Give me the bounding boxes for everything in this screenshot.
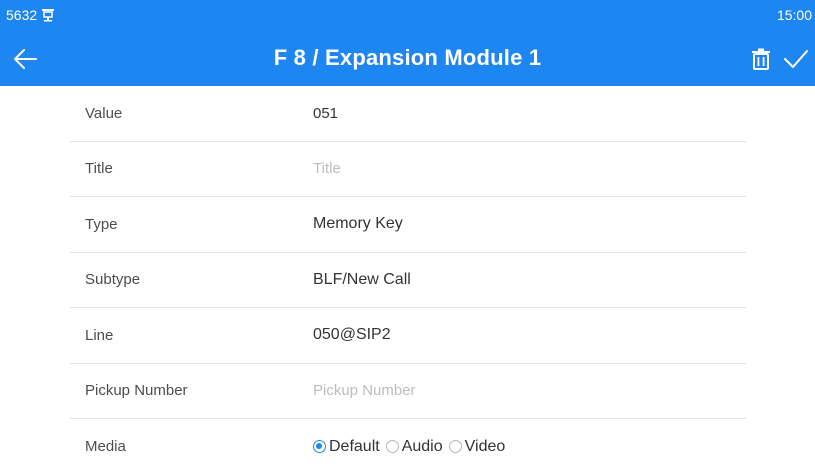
title-bar: F 8 / Expansion Module 1 bbox=[0, 30, 815, 86]
media-radio-group: Default Audio Video bbox=[313, 438, 505, 456]
key-settings-form: Value 051 Title Type Memory Key Subtype … bbox=[70, 86, 746, 475]
media-option-label: Audio bbox=[401, 437, 443, 455]
clock: 15:00 bbox=[776, 7, 812, 23]
subtype-label: Subtype bbox=[85, 271, 141, 289]
value-label: Value bbox=[85, 104, 123, 122]
type-select[interactable]: Memory Key bbox=[313, 215, 746, 233]
type-row[interactable]: Type Memory Key bbox=[70, 197, 746, 253]
radio-unchecked-icon bbox=[448, 440, 462, 454]
delete-button[interactable] bbox=[746, 43, 776, 75]
status-bar: 5632 15:00 bbox=[0, 0, 815, 30]
line-label: Line bbox=[85, 326, 114, 344]
status-left: 5632 bbox=[6, 7, 55, 23]
line-row[interactable]: Line 050@SIP2 bbox=[70, 308, 746, 364]
title-row[interactable]: Title bbox=[70, 142, 746, 197]
subtype-row[interactable]: Subtype BLF/New Call bbox=[70, 253, 746, 308]
media-option-audio[interactable]: Audio bbox=[385, 437, 443, 456]
pickup-number-input[interactable] bbox=[313, 381, 746, 399]
title-label: Title bbox=[85, 160, 113, 178]
network-icon bbox=[41, 8, 55, 22]
line-select[interactable]: 050@SIP2 bbox=[313, 326, 746, 344]
media-option-default[interactable]: Default bbox=[313, 438, 380, 456]
media-option-video[interactable]: Video bbox=[448, 437, 506, 456]
pickup-number-row[interactable]: Pickup Number bbox=[70, 364, 746, 419]
status-left-text: 5632 bbox=[6, 7, 38, 23]
radio-checked-icon bbox=[313, 440, 326, 454]
media-option-label: Default bbox=[329, 437, 380, 455]
type-label: Type bbox=[85, 215, 118, 233]
check-icon bbox=[784, 50, 808, 68]
trash-icon bbox=[752, 48, 770, 70]
media-row: Media Default Audio Video bbox=[70, 419, 746, 475]
arrow-left-icon bbox=[14, 49, 37, 69]
media-option-label: Video bbox=[464, 437, 506, 455]
title-input[interactable] bbox=[313, 159, 746, 177]
back-button[interactable] bbox=[6, 40, 44, 78]
value-row[interactable]: Value 051 bbox=[70, 86, 746, 142]
subtype-select[interactable]: BLF/New Call bbox=[313, 271, 746, 289]
radio-unchecked-icon bbox=[385, 440, 399, 454]
pickup-number-label: Pickup Number bbox=[85, 382, 188, 400]
value-field[interactable]: 051 bbox=[313, 105, 746, 122]
media-label: Media bbox=[85, 438, 126, 456]
confirm-button[interactable] bbox=[780, 42, 812, 76]
page-title: F 8 / Expansion Module 1 bbox=[273, 45, 542, 70]
